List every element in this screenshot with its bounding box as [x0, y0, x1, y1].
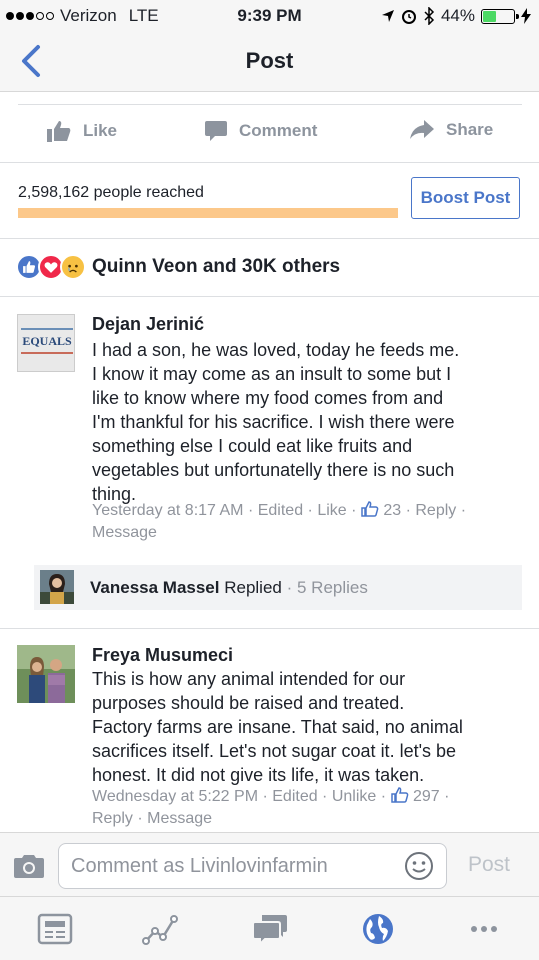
battery-icon — [481, 8, 519, 24]
comment-label: Comment — [239, 121, 318, 140]
divider — [18, 104, 522, 105]
reaction-summary[interactable]: Quinn Veon and 30K others — [16, 254, 340, 280]
status-bar: Verizon LTE 9:39 PM 44% — [0, 0, 539, 32]
avatar[interactable]: EQUALS — [17, 314, 75, 372]
share-label: Share — [446, 120, 494, 139]
comment-button[interactable]: Comment — [205, 120, 317, 142]
comment-text: I had a son, he was loved, today he feed… — [92, 340, 460, 504]
thumbs-up-icon — [47, 121, 71, 142]
divider — [0, 296, 539, 297]
bluetooth-icon — [424, 7, 435, 25]
reply-message-links[interactable]: Reply · Message — [92, 808, 449, 830]
thumbs-up-outline-icon — [390, 787, 408, 803]
share-arrow-icon — [410, 120, 434, 139]
news-feed-icon[interactable] — [37, 911, 73, 947]
sad-reaction-icon — [60, 254, 86, 280]
avatar-logo-text: EQUALS — [22, 334, 72, 348]
tab-bar — [0, 896, 539, 960]
messages-icon[interactable] — [252, 911, 288, 947]
comment-timestamp-actions[interactable]: Yesterday at 8:17 AM · Edited · Like · — [92, 502, 361, 519]
page-title: Post — [245, 48, 294, 73]
comment-meta: Yesterday at 8:17 AM · Edited · Like · 2… — [92, 500, 466, 544]
replier-name: Vanessa Massel — [90, 578, 220, 597]
boost-post-button[interactable]: Boost Post — [411, 177, 520, 219]
more-menu-icon[interactable] — [466, 911, 502, 947]
comment-timestamp-actions[interactable]: Wednesday at 5:22 PM · Edited · Unlike · — [92, 788, 391, 805]
share-button[interactable]: Share — [410, 120, 493, 140]
divider — [0, 628, 539, 629]
insights-graph-icon[interactable] — [142, 911, 178, 947]
post-comment-button[interactable]: Post — [468, 853, 510, 877]
message-link[interactable]: Message — [92, 522, 466, 544]
comment-bubble-icon — [205, 121, 227, 141]
comment-input-placeholder: Comment as Livinlovinfarmin — [71, 855, 328, 877]
location-arrow-icon — [381, 10, 394, 22]
reaction-names: Quinn Veon and 30K others — [92, 256, 341, 277]
replied-label: Replied — [224, 578, 282, 597]
notifications-globe-icon[interactable] — [360, 911, 396, 947]
thumbs-up-outline-icon — [361, 501, 379, 517]
emoji-smiley-icon[interactable] — [404, 851, 434, 881]
comment-author[interactable]: Dejan Jerinić — [92, 314, 204, 335]
post-action-bar: Like Comment Share — [0, 106, 539, 162]
camera-icon[interactable] — [13, 853, 45, 879]
comment-input[interactable]: Comment as Livinlovinfarmin — [58, 843, 447, 889]
replies-summary[interactable]: Vanessa Massel Replied · 5 Replies — [34, 565, 522, 610]
comment-meta: Wednesday at 5:22 PM · Edited · Unlike ·… — [92, 786, 449, 830]
divider — [0, 162, 539, 163]
avatar — [40, 570, 74, 604]
comment-composer: Comment as Livinlovinfarmin Post — [0, 832, 539, 896]
reply-count: · 5 Replies — [286, 578, 368, 597]
charging-bolt-icon — [521, 8, 531, 24]
reach-progress-bar — [18, 208, 398, 218]
comment-text: This is how any animal intended for our … — [92, 669, 463, 785]
comment-like-count: 23 — [383, 502, 402, 519]
navigation-bar: Post — [0, 32, 539, 92]
comment-like-count: 297 — [412, 788, 440, 805]
divider — [0, 238, 539, 239]
avatar[interactable] — [17, 645, 75, 703]
reach-count: 2,598,162 people reached — [18, 184, 204, 201]
like-button[interactable]: Like — [47, 120, 117, 142]
battery-percent: 44% — [440, 6, 475, 25]
alarm-icon — [401, 10, 416, 24]
comment-author[interactable]: Freya Musumeci — [92, 645, 233, 666]
like-label: Like — [83, 121, 118, 140]
